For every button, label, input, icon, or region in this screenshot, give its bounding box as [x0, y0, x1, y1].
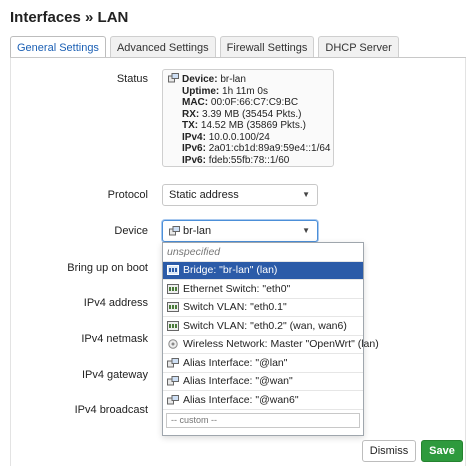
status-box: Device: br-lan Uptime: 1h 11m 0s MAC: 00…: [162, 69, 334, 167]
option-label: Switch VLAN: "eth0.2" (wan, wan6): [183, 319, 347, 332]
save-button[interactable]: Save: [421, 440, 463, 462]
wifi-icon: [168, 339, 178, 349]
option-alias-wan[interactable]: Alias Interface: "@wan": [163, 373, 363, 391]
status-uptime-key: Uptime:: [182, 85, 220, 97]
option-bridge-br-lan[interactable]: Bridge: "br-lan" (lan): [163, 261, 363, 280]
switch-icon: [167, 283, 179, 294]
alias-icon: [167, 357, 179, 368]
option-unspecified[interactable]: unspecified: [163, 243, 363, 262]
network-device-icon: [169, 226, 180, 236]
protocol-select[interactable]: Static address ▼: [162, 184, 318, 206]
status-label: Status: [116, 73, 148, 85]
device-dropdown: unspecified Bridge: "br-lan" (lan) Ether…: [162, 242, 379, 436]
status-ipv6-key: IPv6:: [182, 143, 206, 154]
status-mac-value: 00:0F:66:C7:C9:BC: [210, 97, 299, 108]
status-tx-key: TX:: [182, 120, 199, 131]
tab-firewall-settings[interactable]: Firewall Settings: [219, 36, 315, 58]
option-label: Ethernet Switch: "eth0": [183, 282, 291, 295]
option-label: Wireless Network: Master "OpenWrt" (lan): [183, 338, 379, 351]
ipv4-address-label: IPv4 address: [83, 297, 148, 309]
option-wireless-network[interactable]: Wireless Network: Master "OpenWrt" (lan): [163, 336, 379, 354]
option-switch-vlan-eth0-2[interactable]: Switch VLAN: "eth0.2" (wan, wan6): [163, 317, 363, 336]
option-label: Switch VLAN: "eth0.1": [183, 301, 287, 314]
page-title: Interfaces » LAN: [10, 9, 129, 26]
option-label: Alias Interface: "@wan6": [183, 393, 299, 406]
status-ipv6-value-2: fdeb:55fb:78::1/60: [208, 154, 290, 166]
protocol-value: Static address: [169, 189, 239, 201]
option-label: Alias Interface: "@wan": [183, 375, 293, 388]
status-device-key: Device:: [182, 74, 218, 85]
switch-icon: [167, 320, 179, 331]
status-ipv4-value: 10.0.0.100/24: [208, 131, 270, 143]
option-alias-wan6[interactable]: Alias Interface: "@wan6": [163, 391, 363, 410]
device-select[interactable]: br-lan ▼: [162, 220, 318, 242]
option-label: Alias Interface: "@lan": [183, 356, 288, 369]
option-alias-lan[interactable]: Alias Interface: "@lan": [163, 354, 363, 373]
chevron-down-icon: ▼: [302, 226, 310, 235]
protocol-label: Protocol: [107, 189, 148, 201]
switch-icon: [167, 302, 179, 313]
alias-icon: [167, 376, 179, 386]
tab-dhcp-server[interactable]: DHCP Server: [318, 36, 399, 58]
status-rx-value: 3.39 MB (35454 Pkts.): [202, 108, 302, 120]
bridge-icon: [167, 265, 179, 276]
network-device-icon: [168, 73, 179, 83]
status-ipv6-key-2: IPv6:: [182, 154, 206, 166]
option-switch-vlan-eth0-1[interactable]: Switch VLAN: "eth0.1": [163, 299, 363, 317]
alias-icon: [167, 394, 179, 405]
tab-advanced-settings[interactable]: Advanced Settings: [109, 36, 216, 58]
ipv4-netmask-label: IPv4 netmask: [81, 333, 148, 345]
chevron-down-icon: ▼: [302, 190, 310, 199]
ipv4-gateway-label: IPv4 gateway: [81, 369, 148, 381]
status-rx-key: RX:: [182, 108, 200, 120]
tab-bar: General Settings Advanced Settings Firew…: [10, 36, 399, 58]
status-device-row: Device: br-lan: [168, 73, 328, 86]
status-ipv4-key: IPv4:: [182, 131, 206, 143]
bring-up-on-boot-label: Bring up on boot: [67, 262, 148, 274]
device-value: br-lan: [183, 225, 212, 237]
device-label: Device: [114, 225, 148, 237]
tab-general-settings[interactable]: General Settings: [10, 36, 106, 58]
status-device-value: br-lan: [220, 74, 246, 85]
status-mac-key: MAC:: [182, 97, 209, 108]
dismiss-button[interactable]: Dismiss: [362, 440, 416, 462]
option-label: unspecified: [167, 245, 221, 258]
option-label: Bridge: "br-lan" (lan): [183, 264, 278, 277]
option-ethernet-switch[interactable]: Ethernet Switch: "eth0": [163, 280, 363, 299]
custom-device-input[interactable]: [166, 412, 360, 428]
status-ipv6-value: 2a01:cb1d:89a9:59e4::1/64: [208, 143, 331, 154]
status-tx-value: 14.52 MB (35869 Pkts.): [200, 120, 306, 131]
ipv4-broadcast-label: IPv4 broadcast: [74, 404, 148, 416]
status-uptime-value: 1h 11m 0s: [222, 85, 268, 97]
